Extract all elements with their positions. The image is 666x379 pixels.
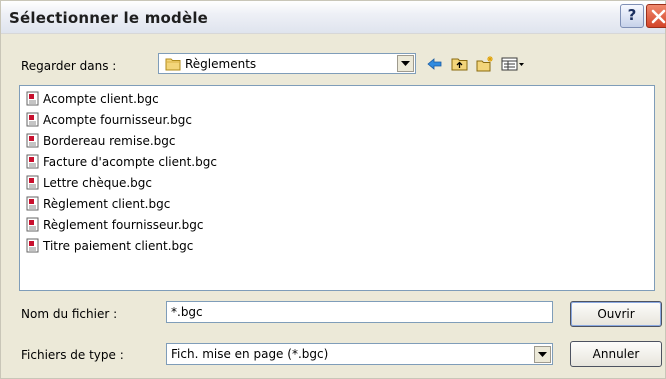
dialog-title: Sélectionner le modèle	[9, 9, 209, 27]
document-icon	[26, 175, 39, 190]
close-button[interactable]	[646, 4, 666, 28]
document-icon	[26, 112, 39, 127]
chevron-down-icon	[538, 352, 547, 357]
filename-label: Nom du fichier :	[21, 307, 118, 321]
look-in-label: Regarder dans :	[21, 59, 117, 73]
view-menu-icon[interactable]	[500, 54, 526, 74]
filetype-label: Fichiers de type :	[21, 348, 124, 362]
document-icon	[26, 196, 39, 211]
filetype-value: Fich. mise en page (*.bgc)	[171, 347, 329, 361]
back-arrow-icon[interactable]	[425, 54, 445, 74]
filetype-dropdown[interactable]: Fich. mise en page (*.bgc)	[166, 343, 553, 365]
document-icon	[26, 91, 39, 106]
chevron-down-icon	[401, 61, 410, 66]
up-folder-icon[interactable]	[450, 54, 470, 74]
look-in-dropdown-button[interactable]	[397, 55, 414, 72]
document-icon	[26, 133, 39, 148]
close-icon	[651, 9, 666, 24]
folder-icon	[165, 58, 181, 71]
document-icon	[26, 154, 39, 169]
filename-field[interactable]: *.bgc	[166, 301, 553, 323]
cancel-button[interactable]: Annuler	[570, 341, 662, 367]
filename-value: *.bgc	[171, 305, 203, 319]
open-button[interactable]: Ouvrir	[570, 301, 662, 327]
file-dialog: Sélectionner le modèle ? Regarder dans :…	[0, 0, 666, 379]
new-folder-icon[interactable]	[475, 54, 495, 74]
file-list[interactable]: Acompte client.bgc Acompte fournisseur.b…	[19, 85, 655, 291]
document-icon	[26, 238, 39, 253]
document-icon	[26, 217, 39, 232]
look-in-dropdown[interactable]: Règlements	[158, 53, 416, 74]
help-button[interactable]: ?	[620, 4, 644, 28]
look-in-value: Règlements	[185, 57, 257, 71]
help-icon: ?	[627, 6, 637, 24]
filetype-dropdown-button[interactable]	[534, 346, 551, 363]
title-bar[interactable]: Sélectionner le modèle ?	[1, 1, 666, 34]
